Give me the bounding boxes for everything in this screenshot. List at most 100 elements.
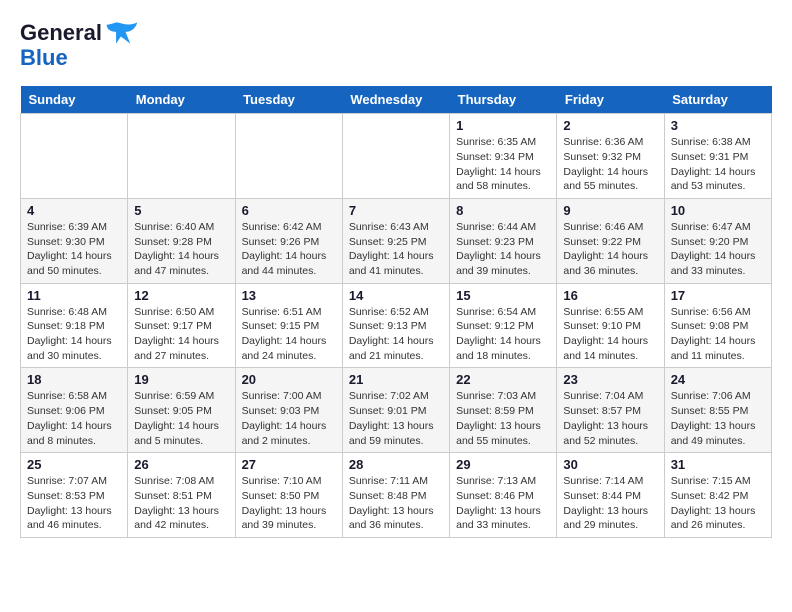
calendar-cell-15: 12 Sunrise: 6:50 AMSunset: 9:17 PMDayligh… — [128, 283, 235, 368]
day-info: Sunrise: 7:08 AMSunset: 8:51 PMDaylight:… — [134, 474, 228, 533]
day-number: 20 — [242, 372, 336, 387]
calendar-cell-28: 25 Sunrise: 7:07 AMSunset: 8:53 PMDayligh… — [21, 453, 128, 538]
calendar-cell-11: 8Sunrise: 6:44 AMSunset: 9:23 PMDaylight… — [450, 198, 557, 283]
header: General Blue — [20, 20, 772, 70]
calendar-cell-5: 2 Sunrise: 6:36 AMSunset: 9:32 PMDaylight… — [557, 114, 664, 199]
logo-general: General — [20, 21, 102, 45]
day-number: 1 — [456, 118, 550, 133]
day-number: 26 — [134, 457, 228, 472]
logo: General Blue — [20, 20, 140, 70]
day-info: Sunrise: 7:03 AMSunset: 8:59 PMDaylight:… — [456, 389, 550, 448]
calendar-cell-12: 9Sunrise: 6:46 AMSunset: 9:22 PMDaylight… — [557, 198, 664, 283]
day-info: Sunrise: 6:59 AMSunset: 9:05 PMDaylight:… — [134, 389, 228, 448]
day-number: 18 — [27, 372, 121, 387]
day-number: 14 — [349, 288, 443, 303]
day-info: Sunrise: 6:58 AMSunset: 9:06 PMDaylight:… — [27, 389, 121, 448]
day-info: Sunrise: 7:00 AMSunset: 9:03 PMDaylight:… — [242, 389, 336, 448]
day-info: Sunrise: 6:47 AMSunset: 9:20 PMDaylight:… — [671, 220, 765, 279]
calendar-cell-7: 4 Sunrise: 6:39 AMSunset: 9:30 PMDaylight… — [21, 198, 128, 283]
day-number: 6 — [242, 203, 336, 218]
day-info: Sunrise: 6:39 AMSunset: 9:30 PMDaylight:… — [27, 220, 121, 279]
day-info: Sunrise: 6:50 AMSunset: 9:17 PMDaylight:… — [134, 305, 228, 364]
calendar-cell-30: 27Sunrise: 7:10 AMSunset: 8:50 PMDayligh… — [235, 453, 342, 538]
calendar-cell-16: 13 Sunrise: 6:51 AMSunset: 9:15 PMDayligh… — [235, 283, 342, 368]
calendar-cell-19: 16 Sunrise: 6:55 AMSunset: 9:10 PMDayligh… — [557, 283, 664, 368]
calendar-cell-31: 28 Sunrise: 7:11 AMSunset: 8:48 PMDayligh… — [342, 453, 449, 538]
day-info: Sunrise: 7:14 AMSunset: 8:44 PMDaylight:… — [563, 474, 657, 533]
day-info: Sunrise: 6:42 AMSunset: 9:26 PMDaylight:… — [242, 220, 336, 279]
day-number: 10 — [671, 203, 765, 218]
day-info: Sunrise: 6:35 AMSunset: 9:34 PMDaylight:… — [456, 135, 550, 194]
day-number: 22 — [456, 372, 550, 387]
day-number: 15 — [456, 288, 550, 303]
weekday-header-saturday: Saturday — [664, 86, 771, 114]
day-info: Sunrise: 6:48 AMSunset: 9:18 PMDaylight:… — [27, 305, 121, 364]
day-info: Sunrise: 6:40 AMSunset: 9:28 PMDaylight:… — [134, 220, 228, 279]
calendar-cell-10: 7 Sunrise: 6:43 AMSunset: 9:25 PMDaylight… — [342, 198, 449, 283]
day-info: Sunrise: 6:44 AMSunset: 9:23 PMDaylight:… — [456, 220, 550, 279]
day-number: 17 — [671, 288, 765, 303]
day-number: 5 — [134, 203, 228, 218]
day-number: 19 — [134, 372, 228, 387]
day-info: Sunrise: 6:38 AMSunset: 9:31 PMDaylight:… — [671, 135, 765, 194]
calendar-cell-1 — [128, 114, 235, 199]
calendar-cell-9: 6 Sunrise: 6:42 AMSunset: 9:26 PMDaylight… — [235, 198, 342, 283]
day-number: 11 — [27, 288, 121, 303]
calendar-cell-24: 21 Sunrise: 7:02 AMSunset: 9:01 PMDayligh… — [342, 368, 449, 453]
day-info: Sunrise: 7:02 AMSunset: 9:01 PMDaylight:… — [349, 389, 443, 448]
day-number: 12 — [134, 288, 228, 303]
calendar-cell-29: 26 Sunrise: 7:08 AMSunset: 8:51 PMDayligh… — [128, 453, 235, 538]
day-number: 16 — [563, 288, 657, 303]
day-number: 25 — [27, 457, 121, 472]
calendar-cell-8: 5 Sunrise: 6:40 AMSunset: 9:28 PMDaylight… — [128, 198, 235, 283]
weekday-header-thursday: Thursday — [450, 86, 557, 114]
calendar-cell-0 — [21, 114, 128, 199]
day-info: Sunrise: 6:56 AMSunset: 9:08 PMDaylight:… — [671, 305, 765, 364]
day-info: Sunrise: 6:36 AMSunset: 9:32 PMDaylight:… — [563, 135, 657, 194]
day-number: 30 — [563, 457, 657, 472]
day-info: Sunrise: 6:52 AMSunset: 9:13 PMDaylight:… — [349, 305, 443, 364]
day-info: Sunrise: 6:46 AMSunset: 9:22 PMDaylight:… — [563, 220, 657, 279]
day-info: Sunrise: 6:55 AMSunset: 9:10 PMDaylight:… — [563, 305, 657, 364]
calendar-cell-3 — [342, 114, 449, 199]
weekday-header-friday: Friday — [557, 86, 664, 114]
calendar-cell-13: 10 Sunrise: 6:47 AMSunset: 9:20 PMDayligh… — [664, 198, 771, 283]
calendar-cell-34: 31 Sunrise: 7:15 AMSunset: 8:42 PMDayligh… — [664, 453, 771, 538]
calendar-cell-2 — [235, 114, 342, 199]
calendar-cell-33: 30 Sunrise: 7:14 AMSunset: 8:44 PMDayligh… — [557, 453, 664, 538]
day-info: Sunrise: 7:15 AMSunset: 8:42 PMDaylight:… — [671, 474, 765, 533]
day-info: Sunrise: 7:10 AMSunset: 8:50 PMDaylight:… — [242, 474, 336, 533]
weekday-header-sunday: Sunday — [21, 86, 128, 114]
calendar-cell-32: 29Sunrise: 7:13 AMSunset: 8:46 PMDayligh… — [450, 453, 557, 538]
day-info: Sunrise: 6:43 AMSunset: 9:25 PMDaylight:… — [349, 220, 443, 279]
day-number: 4 — [27, 203, 121, 218]
calendar-cell-6: 3 Sunrise: 6:38 AMSunset: 9:31 PMDaylight… — [664, 114, 771, 199]
weekday-header-wednesday: Wednesday — [342, 86, 449, 114]
day-number: 13 — [242, 288, 336, 303]
logo-blue: Blue — [20, 46, 68, 70]
calendar-cell-18: 15 Sunrise: 6:54 AMSunset: 9:12 PMDayligh… — [450, 283, 557, 368]
calendar-table: SundayMondayTuesdayWednesdayThursdayFrid… — [20, 86, 772, 538]
weekday-header-monday: Monday — [128, 86, 235, 114]
day-number: 31 — [671, 457, 765, 472]
day-number: 3 — [671, 118, 765, 133]
day-info: Sunrise: 7:11 AMSunset: 8:48 PMDaylight:… — [349, 474, 443, 533]
calendar-cell-27: 24Sunrise: 7:06 AMSunset: 8:55 PMDayligh… — [664, 368, 771, 453]
calendar-cell-22: 19 Sunrise: 6:59 AMSunset: 9:05 PMDayligh… — [128, 368, 235, 453]
day-info: Sunrise: 7:04 AMSunset: 8:57 PMDaylight:… — [563, 389, 657, 448]
calendar-cell-21: 18 Sunrise: 6:58 AMSunset: 9:06 PMDayligh… — [21, 368, 128, 453]
logo-bird-icon — [104, 20, 140, 46]
day-number: 21 — [349, 372, 443, 387]
day-info: Sunrise: 7:07 AMSunset: 8:53 PMDaylight:… — [27, 474, 121, 533]
day-info: Sunrise: 7:13 AMSunset: 8:46 PMDaylight:… — [456, 474, 550, 533]
calendar-cell-14: 11 Sunrise: 6:48 AMSunset: 9:18 PMDayligh… — [21, 283, 128, 368]
calendar-cell-25: 22 Sunrise: 7:03 AMSunset: 8:59 PMDayligh… — [450, 368, 557, 453]
day-number: 28 — [349, 457, 443, 472]
day-number: 7 — [349, 203, 443, 218]
calendar-cell-17: 14 Sunrise: 6:52 AMSunset: 9:13 PMDayligh… — [342, 283, 449, 368]
day-info: Sunrise: 6:54 AMSunset: 9:12 PMDaylight:… — [456, 305, 550, 364]
day-number: 2 — [563, 118, 657, 133]
day-info: Sunrise: 6:51 AMSunset: 9:15 PMDaylight:… — [242, 305, 336, 364]
day-number: 23 — [563, 372, 657, 387]
day-number: 24 — [671, 372, 765, 387]
